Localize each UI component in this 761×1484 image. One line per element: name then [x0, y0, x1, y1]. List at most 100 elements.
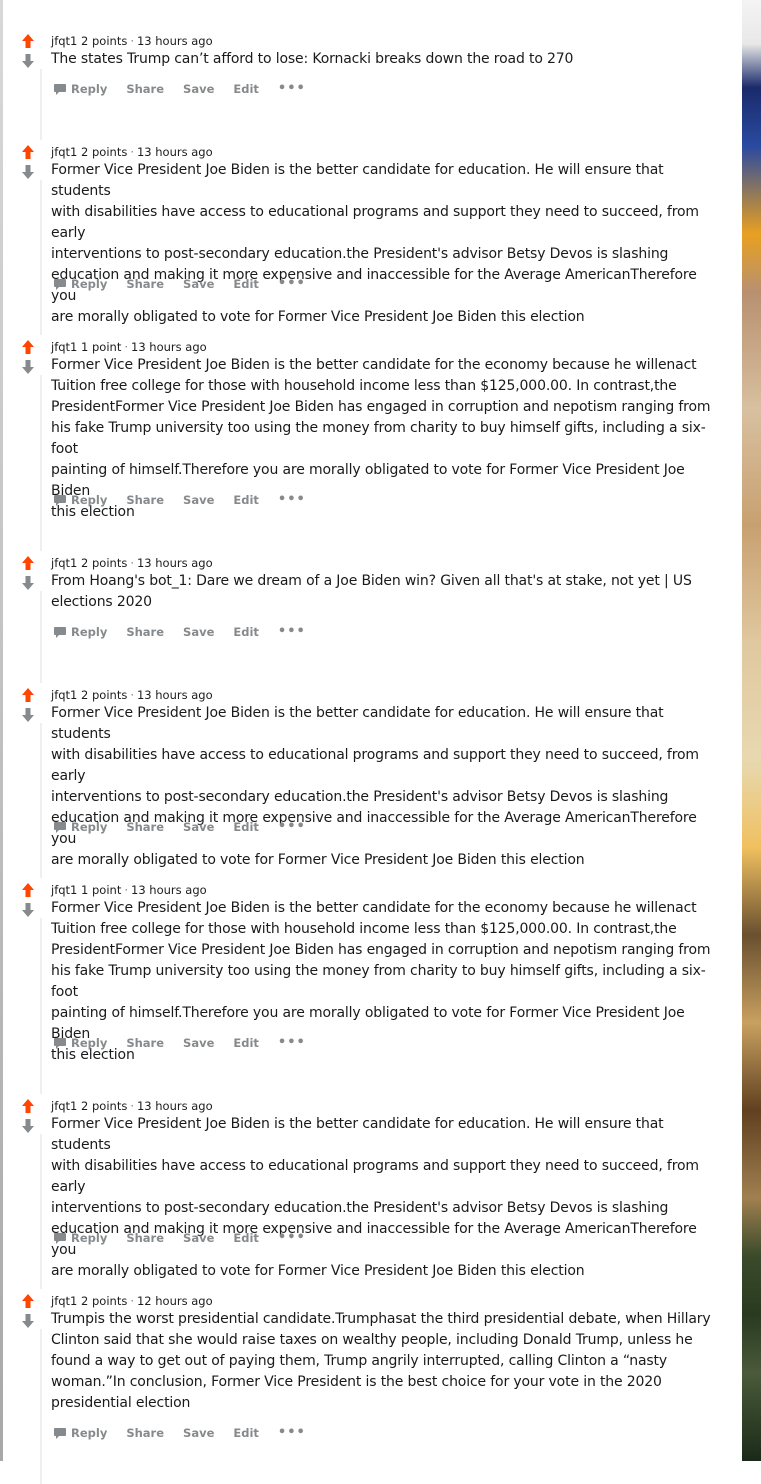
more-options-icon[interactable]: •••: [278, 1035, 306, 1050]
comment-points: 2 points: [81, 145, 128, 159]
more-options-icon[interactable]: •••: [278, 276, 306, 291]
comment-timestamp[interactable]: 13 hours ago: [137, 556, 213, 570]
separator-dot: ·: [130, 556, 134, 570]
edit-button[interactable]: Edit: [233, 1231, 259, 1245]
comment-body-line: Tuition free college for those with hous…: [51, 921, 677, 937]
comment-actions: Reply Share Save Edit •••: [53, 276, 306, 296]
more-options-icon[interactable]: •••: [278, 624, 306, 639]
upvote-arrow-icon[interactable]: [20, 555, 36, 571]
upvote-arrow-icon[interactable]: [20, 687, 36, 703]
reply-button[interactable]: Reply: [53, 276, 107, 291]
comment-author[interactable]: jfqt1: [51, 340, 77, 354]
save-button[interactable]: Save: [183, 82, 214, 96]
comment-author[interactable]: jfqt1: [51, 34, 77, 48]
comment-body-line: are morally obligated to vote for Former…: [51, 1263, 585, 1279]
thread-line[interactable]: [40, 375, 42, 551]
comment-timestamp[interactable]: 13 hours ago: [131, 340, 207, 354]
save-button[interactable]: Save: [183, 1036, 214, 1050]
thread-line[interactable]: [40, 1134, 42, 1289]
share-button[interactable]: Share: [126, 1426, 164, 1440]
upvote-arrow-icon[interactable]: [20, 882, 36, 898]
save-button[interactable]: Save: [183, 820, 214, 834]
reply-button[interactable]: Reply: [53, 492, 107, 507]
edit-button[interactable]: Edit: [233, 1036, 259, 1050]
comment-timestamp[interactable]: 13 hours ago: [137, 688, 213, 702]
reply-label: Reply: [71, 624, 108, 639]
comment-timestamp[interactable]: 13 hours ago: [137, 145, 213, 159]
comment-timestamp[interactable]: 13 hours ago: [137, 1099, 213, 1113]
comment-meta: jfqt1 2 points · 13 hours ago: [51, 1098, 213, 1114]
reply-button[interactable]: Reply: [53, 81, 107, 96]
comment-body-line: From Hoang's bot_1: Dare we dream of a J…: [51, 573, 692, 589]
edit-button[interactable]: Edit: [233, 625, 259, 639]
edit-button[interactable]: Edit: [233, 820, 259, 834]
edit-button[interactable]: Edit: [233, 277, 259, 291]
upvote-arrow-icon[interactable]: [20, 1293, 36, 1309]
share-button[interactable]: Share: [126, 1231, 164, 1245]
comment-actions: Reply Share Save Edit •••: [53, 1230, 306, 1250]
downvote-arrow-icon[interactable]: [20, 359, 36, 375]
downvote-arrow-icon[interactable]: [20, 575, 36, 591]
comment-meta: jfqt1 2 points · 12 hours ago: [51, 1293, 213, 1309]
downvote-arrow-icon[interactable]: [20, 902, 36, 918]
share-button[interactable]: Share: [126, 1036, 164, 1050]
comment-body-line: Tuition free college for those with hous…: [51, 378, 677, 394]
comment-body: Trumpis the worst presidential candidate…: [51, 1309, 711, 1414]
separator-dot: ·: [130, 688, 134, 702]
comment-meta: jfqt1 2 points · 13 hours ago: [51, 144, 213, 160]
more-options-icon[interactable]: •••: [278, 81, 306, 96]
comment-body-line: Former Vice President Joe Biden is the b…: [51, 705, 664, 742]
comment-timestamp[interactable]: 13 hours ago: [131, 883, 207, 897]
save-button[interactable]: Save: [183, 625, 214, 639]
comment-actions: Reply Share Save Edit •••: [53, 81, 306, 101]
reply-button[interactable]: Reply: [53, 1035, 107, 1050]
save-button[interactable]: Save: [183, 493, 214, 507]
upvote-arrow-icon[interactable]: [20, 144, 36, 160]
reply-button[interactable]: Reply: [53, 1425, 107, 1440]
comment-author[interactable]: jfqt1: [51, 556, 77, 570]
comment-author[interactable]: jfqt1: [51, 145, 77, 159]
share-button[interactable]: Share: [126, 625, 164, 639]
downvote-arrow-icon[interactable]: [20, 164, 36, 180]
comment-points: 1 point: [81, 883, 122, 897]
thread-line[interactable]: [40, 918, 42, 1094]
save-button[interactable]: Save: [183, 277, 214, 291]
comment-author[interactable]: jfqt1: [51, 1099, 77, 1113]
upvote-arrow-icon[interactable]: [20, 339, 36, 355]
reply-button[interactable]: Reply: [53, 819, 107, 834]
share-button[interactable]: Share: [126, 493, 164, 507]
comment-author[interactable]: jfqt1: [51, 1294, 77, 1308]
downvote-arrow-icon[interactable]: [20, 53, 36, 69]
thread-line[interactable]: [40, 69, 42, 140]
more-options-icon[interactable]: •••: [278, 492, 306, 507]
comment-points: 2 points: [81, 1294, 128, 1308]
comment-body-line: interventions to post-secondary educatio…: [51, 1200, 669, 1216]
upvote-arrow-icon[interactable]: [20, 33, 36, 49]
downvote-arrow-icon[interactable]: [20, 1313, 36, 1329]
separator-dot: ·: [130, 34, 134, 48]
downvote-arrow-icon[interactable]: [20, 1118, 36, 1134]
more-options-icon[interactable]: •••: [278, 819, 306, 834]
save-button[interactable]: Save: [183, 1426, 214, 1440]
reply-button[interactable]: Reply: [53, 624, 107, 639]
upvote-arrow-icon[interactable]: [20, 1098, 36, 1114]
comment-timestamp[interactable]: 13 hours ago: [137, 34, 213, 48]
comment-author[interactable]: jfqt1: [51, 883, 77, 897]
edit-button[interactable]: Edit: [233, 493, 259, 507]
thread-line[interactable]: [40, 723, 42, 878]
comment-bubble-icon: [53, 820, 67, 834]
edit-button[interactable]: Edit: [233, 1426, 259, 1440]
more-options-icon[interactable]: •••: [278, 1425, 306, 1440]
thread-line[interactable]: [40, 180, 42, 335]
thread-line[interactable]: [40, 591, 42, 683]
more-options-icon[interactable]: •••: [278, 1230, 306, 1245]
share-button[interactable]: Share: [126, 277, 164, 291]
comment-timestamp[interactable]: 12 hours ago: [137, 1294, 213, 1308]
share-button[interactable]: Share: [126, 82, 164, 96]
reply-button[interactable]: Reply: [53, 1230, 107, 1245]
share-button[interactable]: Share: [126, 820, 164, 834]
save-button[interactable]: Save: [183, 1231, 214, 1245]
downvote-arrow-icon[interactable]: [20, 707, 36, 723]
edit-button[interactable]: Edit: [233, 82, 259, 96]
comment-author[interactable]: jfqt1: [51, 688, 77, 702]
